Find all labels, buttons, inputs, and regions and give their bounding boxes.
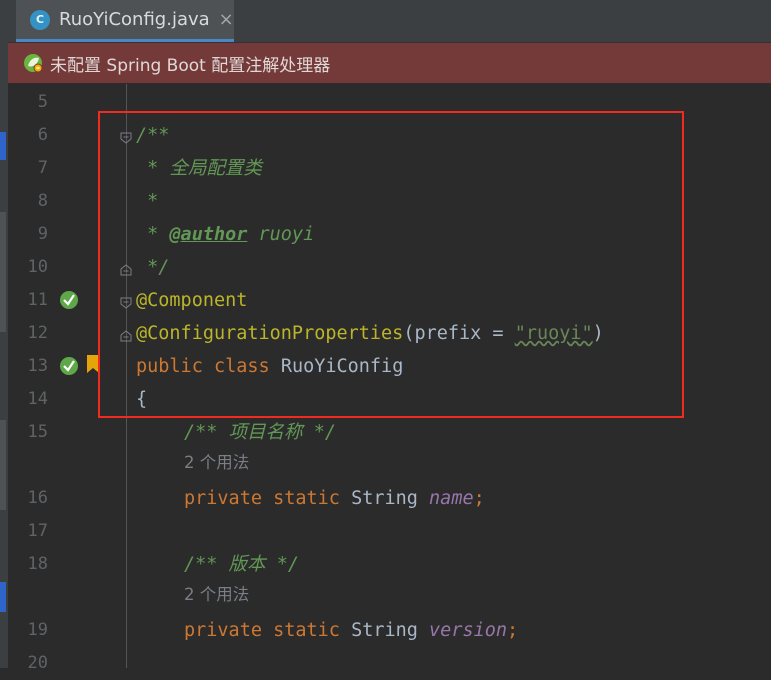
fold-toggle-icon[interactable] — [120, 129, 132, 144]
keyword: private — [184, 488, 262, 509]
close-icon[interactable]: × — [219, 9, 234, 30]
line-number: 9 — [37, 224, 48, 244]
keyword: static — [273, 620, 340, 641]
doc-comment: * — [136, 191, 159, 212]
line-number: 20 — [27, 653, 48, 673]
code-line: * @author ruoyi — [136, 218, 314, 251]
code-text: (prefix = — [403, 323, 515, 344]
line-number: 8 — [37, 191, 48, 211]
string-literal: "ruoyi" — [514, 323, 593, 344]
line-number: 7 — [37, 158, 48, 178]
gutter-separator — [126, 84, 127, 668]
doc-comment: * 全局配置类 — [136, 158, 262, 179]
strip-marker — [0, 582, 6, 612]
code-line: { — [136, 383, 147, 416]
doc-comment: /** 版本 */ — [184, 554, 299, 575]
code-text: { — [136, 389, 148, 410]
code-line: /** 项目名称 */ — [184, 416, 336, 449]
java-class-icon: C — [30, 9, 50, 30]
usage-hint[interactable]: 2 个用法 — [184, 581, 249, 614]
usage-hint[interactable]: 2 个用法 — [184, 449, 249, 482]
code-text: ; — [507, 620, 519, 641]
line-number: 16 — [27, 488, 48, 508]
code-line: /** 版本 */ — [184, 548, 299, 581]
annotation: @ConfigurationProperties — [136, 323, 404, 344]
code-line: private static String version; — [184, 614, 518, 647]
strip-marker — [0, 132, 6, 160]
field-name: version — [429, 620, 508, 641]
line-number: 14 — [27, 389, 48, 409]
doc-comment: * — [136, 224, 170, 245]
line-number: 17 — [27, 521, 48, 541]
class-name: RuoYiConfig — [280, 356, 404, 377]
tab-ruoyiconfig[interactable]: C RuoYiConfig.java × — [16, 0, 234, 42]
notification-banner: 未配置 Spring Boot 配置注解处理器 — [8, 43, 771, 83]
code-text: ) — [592, 323, 604, 344]
banner-message: 未配置 Spring Boot 配置注解处理器 — [50, 55, 331, 76]
line-number: 10 — [27, 257, 48, 277]
keyword: class — [213, 356, 270, 377]
code-line: /** — [136, 119, 169, 152]
fold-end-icon[interactable] — [120, 327, 132, 342]
doc-comment: */ — [136, 257, 170, 278]
fold-toggle-icon[interactable] — [120, 294, 132, 309]
line-number: 11 — [27, 290, 48, 310]
spring-bean-gutter-icon[interactable] — [58, 355, 80, 381]
code-line: public class RuoYiConfig — [136, 350, 403, 383]
editor-tab-bar: C RuoYiConfig.java × — [8, 0, 771, 43]
code-editor[interactable]: 5 6 7 8 9 10 11 12 13 14 15 16 17 18 19 … — [8, 84, 771, 673]
field-name: name — [429, 488, 474, 509]
doc-comment: /** — [136, 125, 170, 146]
spring-bean-gutter-icon[interactable] — [58, 289, 80, 315]
annotation: @Component — [136, 290, 248, 311]
type-name: String — [351, 488, 418, 509]
line-number: 18 — [27, 554, 48, 574]
type-name: String — [351, 620, 418, 641]
bookmark-icon[interactable] — [86, 354, 100, 378]
javadoc-tag: @author — [169, 224, 248, 245]
code-line: private static String name; — [184, 482, 485, 515]
code-text: ; — [473, 488, 485, 509]
keyword: public — [136, 356, 203, 377]
keyword: private — [184, 620, 262, 641]
fold-end-icon[interactable] — [120, 261, 132, 276]
code-line: * — [136, 185, 158, 218]
doc-comment: ruoyi — [247, 224, 315, 245]
strip-marker — [0, 420, 6, 510]
line-number: 12 — [27, 323, 48, 343]
spring-leaf-icon — [22, 52, 44, 74]
keyword: static — [273, 488, 340, 509]
code-line: @ConfigurationProperties(prefix = "ruoyi… — [136, 317, 604, 350]
tab-label: RuoYiConfig.java — [59, 9, 210, 30]
code-line: */ — [136, 251, 169, 284]
strip-marker — [0, 212, 6, 332]
line-number: 5 — [37, 92, 48, 112]
code-line: * 全局配置类 — [136, 152, 262, 185]
line-number: 13 — [27, 356, 48, 376]
line-number: 19 — [27, 620, 48, 640]
line-number: 15 — [27, 422, 48, 442]
code-line: @Component — [136, 284, 247, 317]
doc-comment: /** 项目名称 */ — [184, 422, 336, 443]
line-number: 6 — [37, 125, 48, 145]
